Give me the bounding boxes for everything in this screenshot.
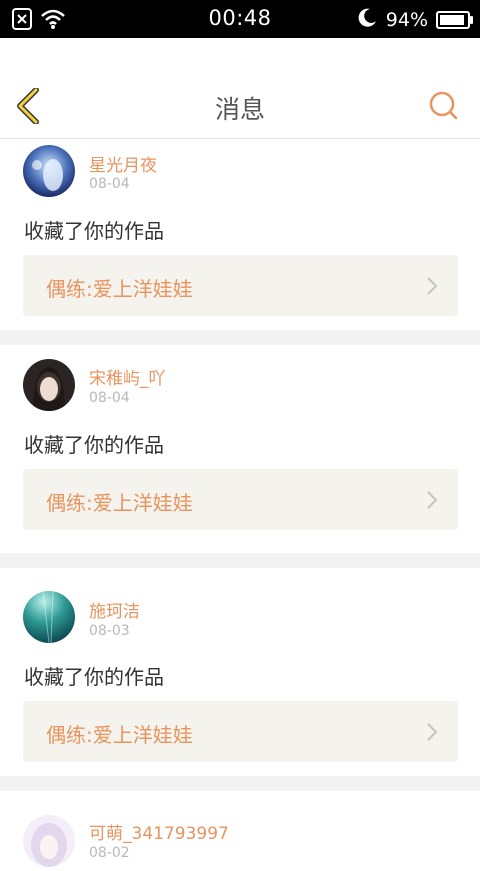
work-title: 偶练:爱上洋娃娃	[46, 277, 193, 301]
username[interactable]: 星光月夜	[89, 151, 157, 176]
avatar[interactable]	[23, 815, 75, 867]
page-title: 消息	[214, 95, 265, 124]
status-bar: 00:48 94%	[0, 0, 480, 38]
username[interactable]: 可萌_341793997	[89, 819, 229, 844]
message-list: 星光月夜 08-04 收藏了你的作品 偶练:爱上洋娃娃 宋稚屿_吖 08-04 …	[0, 139, 480, 871]
message-date: 08-04	[89, 390, 130, 406]
battery-icon	[436, 10, 473, 29]
work-title: 偶练:爱上洋娃娃	[46, 491, 193, 515]
username[interactable]: 施珂洁	[89, 597, 140, 622]
avatar[interactable]	[23, 591, 75, 643]
divider	[0, 776, 480, 791]
moon-icon	[358, 7, 378, 32]
search-icon[interactable]	[428, 90, 460, 122]
username[interactable]: 宋稚屿_吖	[89, 364, 166, 389]
avatar[interactable]	[23, 359, 75, 411]
message-date: 08-03	[89, 623, 130, 639]
avatar[interactable]	[23, 145, 75, 197]
work-link[interactable]: 偶练:爱上洋娃娃	[23, 255, 458, 316]
chevron-right-icon	[426, 276, 438, 300]
nav-bar: 消息	[0, 38, 480, 139]
divider	[0, 553, 480, 568]
battery-percent: 94%	[385, 8, 428, 31]
action-text: 收藏了你的作品	[24, 433, 164, 457]
action-text: 收藏了你的作品	[24, 219, 164, 243]
message-item: 宋稚屿_吖 08-04 收藏了你的作品 偶练:爱上洋娃娃	[0, 345, 480, 553]
chevron-right-icon	[426, 722, 438, 746]
message-date: 08-02	[89, 845, 130, 861]
action-text: 收藏了你的作品	[24, 665, 164, 689]
chevron-right-icon	[426, 490, 438, 514]
work-link[interactable]: 偶练:爱上洋娃娃	[23, 701, 458, 762]
divider	[0, 330, 480, 345]
message-item: 施珂洁 08-03 收藏了你的作品 偶练:爱上洋娃娃	[0, 568, 480, 776]
battery-fill	[440, 14, 465, 25]
message-item: 星光月夜 08-04 收藏了你的作品 偶练:爱上洋娃娃	[0, 139, 480, 330]
work-link[interactable]: 偶练:爱上洋娃娃	[23, 469, 458, 530]
message-date: 08-04	[89, 176, 130, 192]
work-title: 偶练:爱上洋娃娃	[46, 723, 193, 747]
message-item: 可萌_341793997 08-02	[0, 791, 480, 871]
